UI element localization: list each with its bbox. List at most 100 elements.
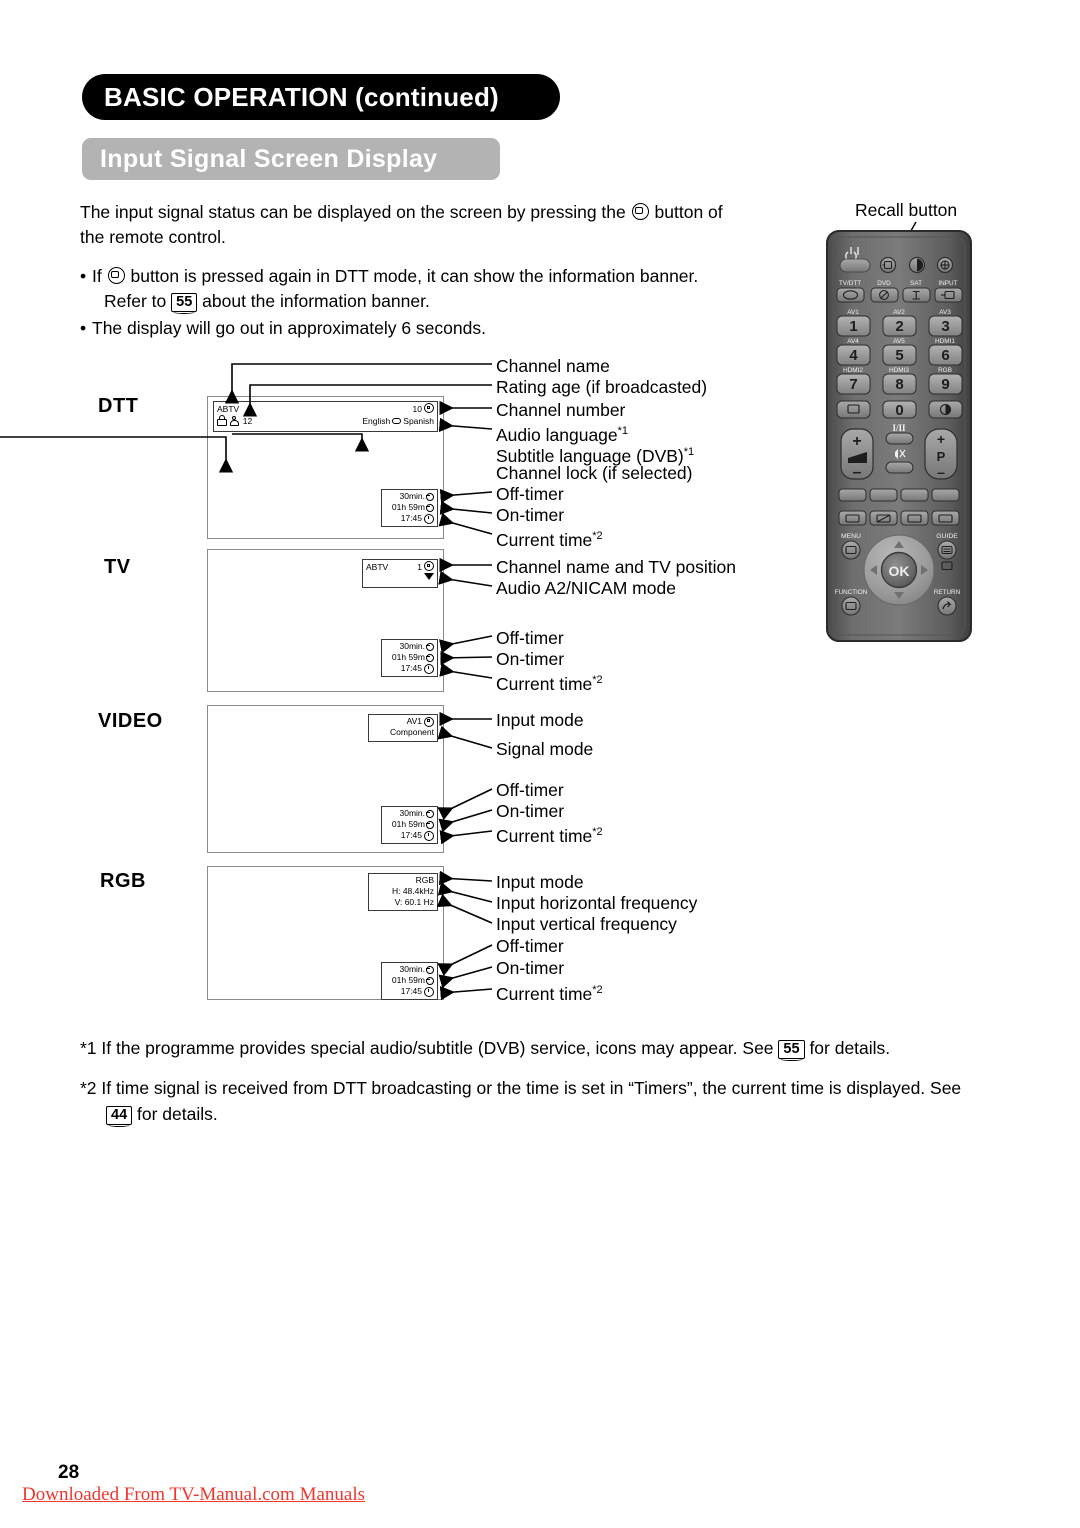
bullet-dot-icon-2: •: [80, 318, 87, 338]
callout-tv-current-time: Current time*2: [496, 673, 603, 694]
callout-tv-audio-mode: Audio A2/NICAM mode: [496, 578, 676, 598]
osd-tv-off-timer: 30min.: [399, 641, 425, 651]
on-timer-icon-tv: [426, 653, 434, 662]
osd-rgb-hfreq-row: H: 48.4kHz: [372, 886, 434, 897]
osd-video-signal-mode-row: Component: [372, 727, 434, 738]
osd-rgb-on-timer: 01h 59m: [391, 975, 425, 985]
osd-video-input-mode-row: AV1: [372, 716, 434, 727]
osd-dtt-current-time: 17:45: [400, 513, 422, 523]
rating-age-icon: [229, 415, 239, 426]
svg-text:AV2: AV2: [893, 309, 905, 316]
osd-tv-channel-name: ABTV: [366, 561, 389, 572]
off-timer-icon-video: [426, 809, 434, 818]
intro-bullet-list: • If button is pressed again in DTT mode…: [80, 264, 780, 341]
bullet1-refer-text: Refer to: [104, 291, 167, 311]
callout-video-current-time: Current time*2: [496, 825, 603, 846]
mode-label-tv: TV: [104, 556, 131, 578]
osd-video-off-timer-row: 30min.: [385, 808, 434, 819]
remote-control-illustration: TV/DTT DVD SAT INPUT AV1 AV2 AV3 AV4 AV5 HDM…: [826, 230, 972, 642]
osd-tv-position-group: 1: [417, 561, 434, 573]
callout-dtt-channel-lock: Channel lock (if selected): [496, 463, 693, 483]
osd-rgb-input-mode: RGB: [415, 875, 434, 885]
callout-dtt-channel-number: Channel number: [496, 400, 626, 420]
callout-tv-on-timer: On-timer: [496, 649, 565, 669]
footnote-1-text-b: for details.: [809, 1038, 891, 1058]
osd-video-main: AV1 Component: [368, 714, 438, 742]
callout-dtt-current-time: Current time*2: [496, 529, 603, 550]
clock-icon-rgb: [424, 986, 434, 997]
svg-text:GUIDE: GUIDE: [936, 533, 958, 540]
intro-line1: The input signal status can be displayed…: [80, 202, 626, 222]
osd-dtt-row-bottom: 12 English Spanish: [217, 415, 434, 427]
osd-video-signal-mode: Component: [390, 727, 434, 737]
osd-tv-position: 1: [417, 562, 422, 572]
page-reference-55[interactable]: 55: [171, 293, 198, 314]
intro-line2: the remote control.: [80, 227, 226, 247]
bullet1-second-line: Refer to 55 about the information banner…: [92, 289, 780, 314]
callout-tv-off-timer: Off-timer: [496, 628, 564, 648]
svg-text:2: 2: [895, 318, 903, 335]
intro-line1-tail: button of: [654, 202, 723, 222]
footnote-2-page-reference[interactable]: 44: [106, 1106, 133, 1127]
download-source-link[interactable]: Downloaded From TV-Manual.com Manuals: [22, 1484, 365, 1506]
callout-rgb-input-mode: Input mode: [496, 872, 584, 892]
osd-tv-row-audio: [366, 573, 434, 580]
osd-tv-row-top: ABTV 1: [366, 561, 434, 573]
osd-dtt-channel-number: 10: [412, 404, 422, 414]
callout-rgb-on-timer: On-timer: [496, 958, 565, 978]
subtitle-icon: [392, 417, 402, 424]
footnotes-block: *1 If the programme provides special aud…: [80, 1035, 1020, 1141]
clock-icon-tv: [424, 663, 434, 674]
footnote-1-page-reference[interactable]: 55: [778, 1040, 805, 1061]
osd-rgb-on-timer-row: 01h 59m: [385, 975, 434, 986]
callout-dtt-channel-name: Channel name: [496, 356, 610, 376]
svg-text:I/II: I/II: [892, 423, 906, 433]
footnote-1-text-a: *1 If the programme provides special aud…: [80, 1038, 774, 1058]
osd-rgb-current-time-row: 17:45: [385, 986, 434, 997]
svg-text:–: –: [853, 464, 862, 481]
channel-lock-icon: [217, 415, 227, 426]
tv-position-icon: [424, 561, 434, 571]
callout-tv-channel-position: Channel name and TV position: [496, 557, 736, 577]
osd-dtt-rating-age: 12: [242, 416, 253, 426]
chapter-title-pill: BASIC OPERATION (continued): [82, 74, 560, 120]
svg-text:AV5: AV5: [893, 338, 905, 345]
off-timer-icon: [426, 492, 434, 501]
callout-video-signal-mode: Signal mode: [496, 739, 594, 759]
osd-dtt-subtitle-language: Spanish: [403, 415, 434, 426]
audio-nicam-icon: [424, 573, 434, 580]
osd-dtt-on-timer-row: 01h 59m: [385, 502, 434, 513]
remote-control-svg: TV/DTT DVD SAT INPUT AV1 AV2 AV3 AV4 AV5 HDM…: [826, 230, 972, 642]
osd-rgb-horizontal-frequency: H: 48.4kHz: [391, 886, 434, 896]
footnote-2-text-a: *2 If time signal is received from DTT b…: [80, 1078, 962, 1098]
svg-text:5: 5: [895, 347, 903, 364]
osd-dtt-off-timer-row: 30min.: [385, 491, 434, 502]
callout-rgb-off-timer: Off-timer: [496, 936, 564, 956]
callout-dtt-rating-age: Rating age (if broadcasted): [496, 377, 708, 397]
svg-text:AV4: AV4: [847, 338, 859, 345]
svg-text:HDMI2: HDMI2: [843, 367, 863, 374]
mode-label-rgb: RGB: [100, 870, 146, 892]
callout-rgb-hfreq: Input horizontal frequency: [496, 893, 698, 913]
intro-text-block: The input signal status can be displayed…: [80, 200, 780, 343]
osd-dtt-audio-language: English: [362, 415, 391, 426]
svg-text:DVD: DVD: [877, 280, 891, 287]
osd-video-timer: 30min. 01h 59m 17:45: [381, 806, 438, 844]
input-mode-icon: [424, 716, 434, 727]
svg-text:+: +: [937, 431, 945, 447]
osd-video-current-time-row: 17:45: [385, 830, 434, 841]
svg-text:+: +: [852, 433, 861, 450]
intro-paragraph: The input signal status can be displayed…: [80, 200, 780, 250]
osd-dtt-on-timer: 01h 59m: [391, 502, 425, 512]
recall-button-icon: [631, 203, 649, 220]
svg-text:HDMI1: HDMI1: [935, 338, 955, 345]
svg-text:AV3: AV3: [939, 309, 951, 316]
svg-text:TV/DTT: TV/DTT: [839, 280, 861, 287]
recall-button-caption: Recall button: [855, 200, 958, 220]
on-timer-icon-video: [426, 820, 434, 829]
svg-text:SAT: SAT: [910, 280, 922, 287]
osd-dtt-channel-number-group: 10: [413, 403, 434, 415]
on-timer-icon-rgb: [426, 976, 434, 985]
channel-number-icon: [424, 403, 434, 413]
footnote-2: *2 If time signal is received from DTT b…: [80, 1075, 1020, 1127]
